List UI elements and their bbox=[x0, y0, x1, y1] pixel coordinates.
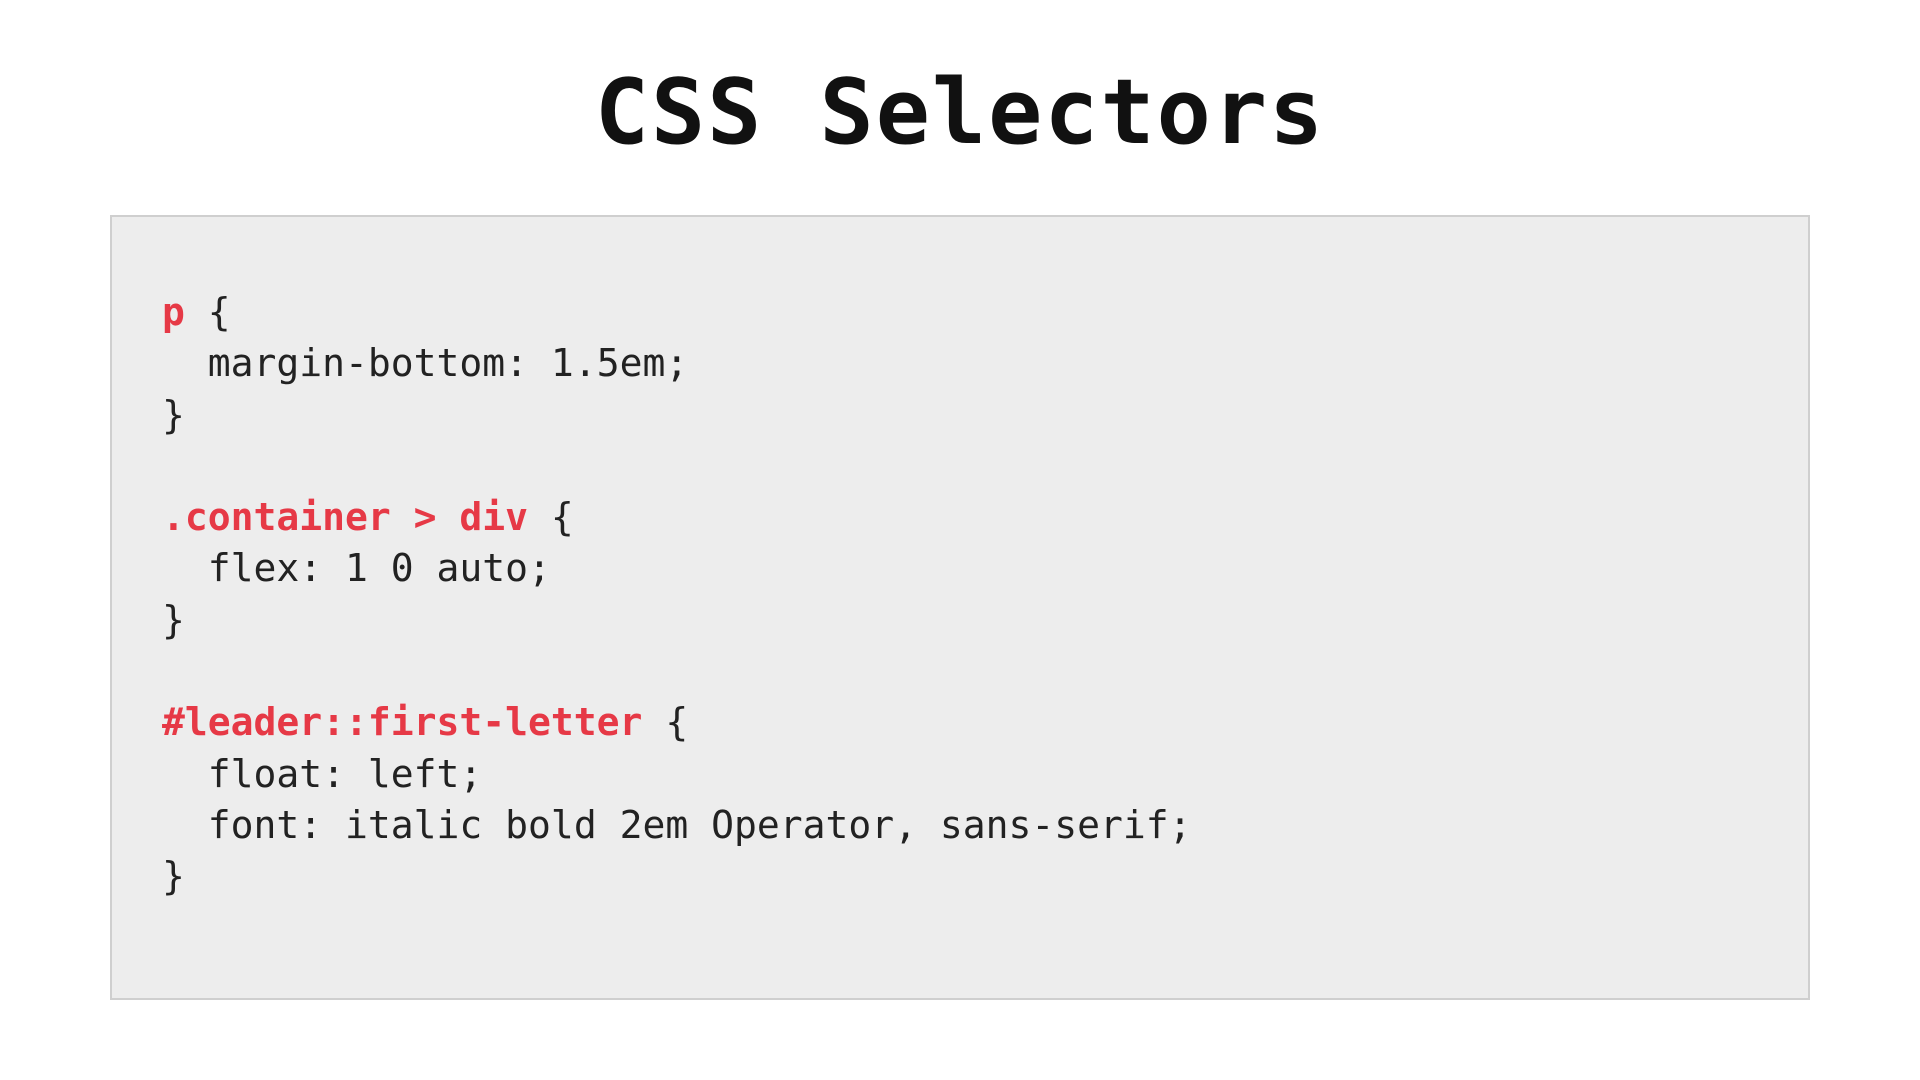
brace-open: { bbox=[528, 495, 574, 539]
code-block: p { margin-bottom: 1.5em; } .container >… bbox=[110, 215, 1810, 1000]
css-declaration: float: left; bbox=[208, 752, 483, 796]
brace-close: } bbox=[162, 598, 185, 642]
css-selector: .container > div bbox=[162, 495, 528, 539]
brace-open: { bbox=[185, 290, 231, 334]
css-declaration: flex: 1 0 auto; bbox=[208, 546, 551, 590]
brace-open: { bbox=[642, 700, 688, 744]
brace-close: } bbox=[162, 393, 185, 437]
css-declaration: margin-bottom: 1.5em; bbox=[208, 341, 688, 385]
brace-close: } bbox=[162, 854, 185, 898]
css-declaration: font: italic bold 2em Operator, sans-ser… bbox=[208, 803, 1192, 847]
slide-title: CSS Selectors bbox=[110, 60, 1810, 165]
css-selector: #leader::first-letter bbox=[162, 700, 642, 744]
css-selector: p bbox=[162, 290, 185, 334]
slide: CSS Selectors p { margin-bottom: 1.5em; … bbox=[0, 0, 1920, 1080]
